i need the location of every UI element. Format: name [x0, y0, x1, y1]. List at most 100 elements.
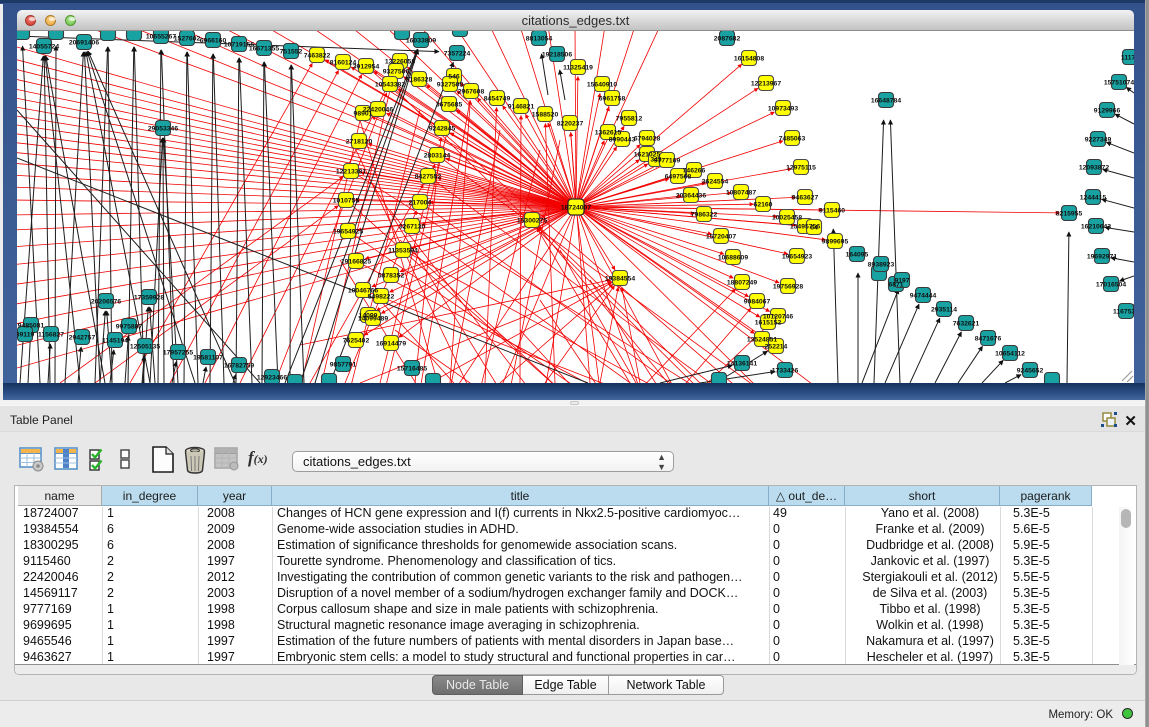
svg-text:7463822: 7463822 — [304, 52, 331, 59]
svg-text:1362615: 1362615 — [595, 129, 622, 136]
svg-text:9115460: 9115460 — [819, 207, 845, 214]
svg-text:7955812: 7955812 — [616, 115, 643, 122]
svg-text:12213381: 12213381 — [336, 168, 366, 175]
svg-text:8813054: 8813054 — [526, 35, 553, 42]
svg-text:19581107: 19581107 — [193, 354, 223, 361]
svg-text:13226058: 13226058 — [385, 58, 415, 65]
svg-text:8454749: 8454749 — [484, 95, 511, 102]
svg-text:3675685: 3675685 — [436, 101, 463, 108]
svg-text:20206576: 20206576 — [91, 298, 121, 305]
svg-text:20691406: 20691406 — [69, 39, 99, 46]
svg-text:19166825: 19166825 — [341, 258, 371, 265]
svg-text:9327508: 9327508 — [437, 81, 464, 88]
svg-text:18807249: 18807249 — [727, 279, 757, 286]
svg-text:15720407: 15720407 — [706, 233, 736, 240]
svg-text:9129966: 9129966 — [1094, 107, 1121, 114]
svg-text:16033809: 16033809 — [406, 37, 436, 44]
svg-text:14136141: 14136141 — [727, 360, 757, 367]
svg-text:10654112: 10654112 — [995, 350, 1025, 357]
svg-text:7625402: 7625402 — [343, 337, 370, 344]
svg-text:1244415: 1244415 — [1080, 194, 1107, 201]
svg-text:7485063: 7485063 — [779, 135, 806, 142]
svg-text:8471676: 8471676 — [975, 335, 1002, 342]
svg-text:19692971: 19692971 — [1087, 253, 1117, 260]
svg-text:16914479: 16914479 — [376, 340, 406, 347]
svg-text:16671355: 16671355 — [249, 45, 279, 52]
svg-text:6961758: 6961758 — [599, 95, 626, 102]
svg-text:751552: 751552 — [280, 48, 303, 55]
svg-text:17359928: 17359928 — [134, 294, 164, 301]
svg-text:8990443: 8990443 — [609, 136, 636, 143]
svg-text:14055724: 14055724 — [29, 43, 59, 50]
svg-text:1010755: 1010755 — [333, 197, 360, 204]
svg-text:12923466: 12923466 — [257, 374, 287, 381]
svg-text:9327506: 9327506 — [383, 68, 410, 75]
svg-text:2942757: 2942757 — [69, 334, 96, 341]
svg-text:10807487: 10807487 — [726, 189, 756, 196]
svg-text:19756928: 19756928 — [773, 283, 803, 290]
svg-text:10025458: 10025458 — [772, 214, 802, 221]
svg-text:14099489: 14099489 — [358, 315, 388, 322]
svg-text:2087682: 2087682 — [714, 35, 741, 42]
svg-text:1156827: 1156827 — [38, 331, 64, 338]
svg-text:217004: 217004 — [409, 199, 432, 206]
svg-text:6966160: 6966160 — [200, 37, 227, 44]
svg-text:9146821: 9146821 — [508, 103, 535, 110]
svg-text:15716485: 15716485 — [397, 365, 427, 372]
svg-text:3624554: 3624554 — [702, 178, 729, 185]
svg-text:9197: 9197 — [894, 277, 909, 284]
svg-text:252214: 252214 — [765, 343, 788, 350]
svg-text:11325419: 11325419 — [563, 64, 593, 71]
svg-text:8938923: 8938923 — [868, 261, 895, 268]
svg-text:62160: 62160 — [754, 201, 773, 208]
svg-text:2935114: 2935114 — [931, 306, 957, 313]
svg-text:11172: 11172 — [1121, 54, 1134, 61]
svg-text:2967608: 2967608 — [458, 88, 485, 95]
svg-text:546: 546 — [448, 73, 460, 80]
svg-text:8427552: 8427552 — [415, 173, 442, 180]
svg-text:3912954: 3912954 — [353, 63, 380, 70]
svg-text:19654925: 19654925 — [333, 228, 363, 235]
svg-text:1615152: 1615152 — [755, 319, 782, 326]
svg-text:5498222: 5498222 — [368, 293, 395, 300]
svg-text:9242845: 9242845 — [429, 125, 456, 132]
svg-text:98901: 98901 — [354, 110, 373, 117]
svg-text:9463627: 9463627 — [792, 194, 819, 201]
svg-text:10543382: 10543382 — [375, 81, 405, 88]
svg-text:19218506: 19218506 — [542, 51, 572, 58]
svg-text:10688609: 10688609 — [718, 254, 748, 261]
svg-text:9899695: 9899695 — [822, 238, 849, 245]
svg-text:9227349: 9227349 — [1085, 136, 1112, 143]
svg-text:10655267: 10655267 — [146, 33, 176, 40]
svg-text:12093872: 12093872 — [1079, 164, 1109, 171]
svg-text:1167533: 1167533 — [1113, 308, 1134, 315]
svg-text:13524851: 13524851 — [747, 336, 777, 343]
svg-text:10973493: 10973493 — [768, 105, 798, 112]
svg-text:15751074: 15751074 — [1104, 79, 1134, 86]
svg-text:9857791: 9857791 — [330, 361, 357, 368]
svg-text:12975115: 12975115 — [786, 164, 816, 171]
svg-text:1527602: 1527602 — [174, 35, 201, 42]
svg-text:16782759: 16782759 — [224, 362, 254, 369]
svg-text:11353594: 11353594 — [388, 247, 418, 254]
svg-text:29053346: 29053346 — [148, 125, 178, 132]
svg-text:39119: 39119 — [17, 331, 34, 338]
svg-text:6794028: 6794028 — [634, 135, 661, 142]
svg-text:19654923: 19654923 — [782, 253, 812, 260]
svg-text:164095: 164095 — [846, 251, 869, 258]
svg-text:9245652: 9245652 — [1017, 367, 1044, 374]
svg-text:1145194: 1145194 — [102, 337, 128, 344]
svg-text:7986322: 7986322 — [691, 211, 718, 218]
svg-text:2718120: 2718120 — [346, 138, 373, 145]
svg-text:2803144: 2803144 — [424, 152, 451, 159]
svg-text:9474444: 9474444 — [910, 292, 937, 299]
svg-text:15640910: 15640910 — [587, 81, 617, 88]
svg-text:9084067: 9084067 — [744, 298, 771, 305]
svg-text:8220237: 8220237 — [557, 120, 584, 127]
svg-text:3267130: 3267130 — [399, 223, 426, 230]
svg-text:7357224: 7357224 — [444, 50, 471, 57]
svg-text:18724007: 18724007 — [561, 204, 591, 211]
svg-text:9485081: 9485081 — [18, 322, 45, 329]
svg-text:8186328: 8186328 — [406, 76, 433, 83]
svg-text:6497568: 6497568 — [665, 173, 692, 180]
